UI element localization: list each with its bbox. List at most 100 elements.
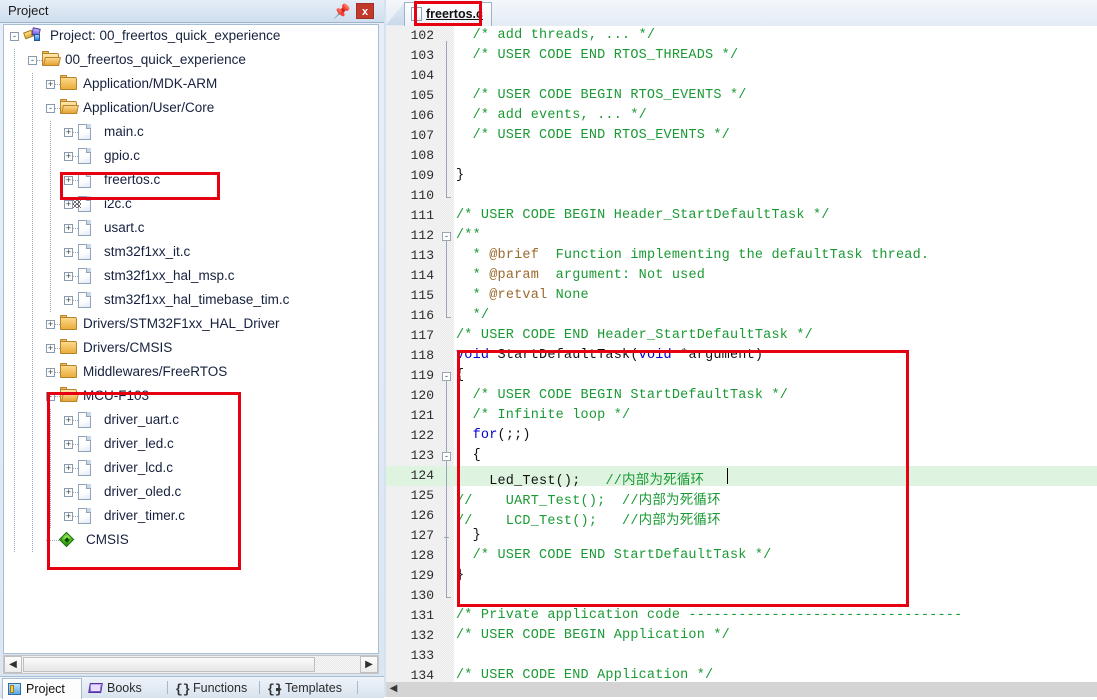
tree-guide-line <box>14 337 15 361</box>
pane-tab-label: Project <box>26 682 65 696</box>
annotation-box-tree-mcu-f103 <box>47 392 241 570</box>
code-line[interactable]: 134 /* USER CODE END Application */ <box>386 666 1097 682</box>
code-line[interactable]: 106 /* add events, ... */ <box>386 106 1097 126</box>
tree-guide-line <box>14 289 15 313</box>
scroll-left-icon[interactable]: ◀ <box>4 656 22 673</box>
tree-item-stm32f1xx-hal-msp-c[interactable]: + stm32f1xx_hal_msp.c <box>4 265 378 289</box>
c-file-icon <box>78 148 91 164</box>
tree-expander-collapsed[interactable]: + <box>64 128 73 137</box>
line-number: 134 <box>410 668 434 682</box>
project-tree-hscrollbar[interactable]: ◀ ▶ <box>3 655 379 674</box>
line-number: 120 <box>410 388 434 403</box>
scroll-track[interactable] <box>315 657 359 672</box>
code-token: /* add threads, ... */ <box>456 28 656 43</box>
annotation-box-startdefaulttask <box>457 350 909 607</box>
code-line[interactable]: 112 /** <box>386 226 1097 246</box>
tree-item-label: gpio.c <box>104 148 141 163</box>
tree-item-label: stm32f1xx_hal_timebase_tim.c <box>104 292 290 307</box>
tree-guide-line <box>32 505 33 529</box>
scroll-left-icon[interactable]: ◀ <box>386 682 401 697</box>
line-number: 130 <box>410 588 434 603</box>
tree-guide-line <box>50 289 51 313</box>
code-line[interactable]: 116 */ <box>386 306 1097 326</box>
line-number: 108 <box>410 148 434 163</box>
tree-item-stm32f1xx-hal-timebase-tim-c[interactable]: + stm32f1xx_hal_timebase_tim.c <box>4 289 378 313</box>
tree-expander-collapsed[interactable]: + <box>46 368 55 377</box>
tree-expander-expanded[interactable]: - <box>10 32 19 41</box>
code-line[interactable]: 113 * @brief Function implementing the d… <box>386 246 1097 266</box>
code-line[interactable]: 108 <box>386 146 1097 166</box>
code-line[interactable]: 104 <box>386 66 1097 86</box>
tree-item-drivers-stm32f1xx-hal-driver[interactable]: + Drivers/STM32F1xx_HAL_Driver <box>4 313 378 337</box>
line-number: 125 <box>410 488 434 503</box>
code-line[interactable]: 111 /* USER CODE BEGIN Header_StartDefaul… <box>386 206 1097 226</box>
tree-guide-line <box>14 169 15 193</box>
tree-expander-expanded[interactable]: - <box>46 104 55 113</box>
tree-item-project-00-freertos-quick-experience[interactable]: - Project: 00_freertos_quick_experience <box>4 25 378 49</box>
tree-item-label: Middlewares/FreeRTOS <box>83 364 228 379</box>
tree-item-stm32f1xx-it-c[interactable]: + stm32f1xx_it.c <box>4 241 378 265</box>
tree-item-gpio-c[interactable]: + gpio.c <box>4 145 378 169</box>
pane-tab-templates[interactable]: {} Templates <box>262 678 354 698</box>
fold-toggle[interactable]: - <box>442 452 451 461</box>
tree-expander-collapsed[interactable]: + <box>64 272 73 281</box>
pin-icon[interactable]: 📌 <box>333 3 350 19</box>
line-number: 111 <box>410 208 434 223</box>
tree-item-label: Application/MDK-ARM <box>83 76 218 91</box>
tree-item-usart-c[interactable]: + usart.c <box>4 217 378 241</box>
tree-item-00-freertos-quick-experience[interactable]: - 00_freertos_quick_experience <box>4 49 378 73</box>
tree-expander-collapsed[interactable]: + <box>46 80 55 89</box>
editor-hscrollbar[interactable]: ◀ <box>386 682 1097 697</box>
tree-expander-collapsed[interactable]: + <box>46 320 55 329</box>
tree-guide-line <box>14 97 15 121</box>
tree-item-label: Project: 00_freertos_quick_experience <box>50 28 281 43</box>
tree-guide-line <box>14 481 15 505</box>
code-line[interactable]: 107 /* USER CODE END RTOS_EVENTS */ <box>386 126 1097 146</box>
close-icon[interactable]: x <box>356 3 374 19</box>
fold-toggle[interactable]: - <box>442 232 451 241</box>
code-line[interactable]: 110 <box>386 186 1097 206</box>
tree-expander-collapsed[interactable]: + <box>64 296 73 305</box>
tree-expander-collapsed[interactable]: + <box>64 224 73 233</box>
code-line[interactable]: 117 /* USER CODE END Header_StartDefaultT… <box>386 326 1097 346</box>
pane-tab-functions[interactable]: {} Functions <box>170 678 258 698</box>
tree-item-application-mdk-arm[interactable]: + Application/MDK-ARM <box>4 73 378 97</box>
tree-item-middlewares-freertos[interactable]: + Middlewares/FreeRTOS <box>4 361 378 385</box>
code-line[interactable]: 132 /* USER CODE BEGIN Application */ <box>386 626 1097 646</box>
fold-end <box>444 537 449 538</box>
tree-item-drivers-cmsis[interactable]: + Drivers/CMSIS <box>4 337 378 361</box>
project-tab-icon <box>8 682 22 696</box>
tree-expander-collapsed[interactable]: + <box>64 200 73 209</box>
code-line[interactable]: 133 <box>386 646 1097 666</box>
tree-guide-line <box>50 121 51 145</box>
c-file-icon <box>78 244 91 260</box>
pane-tab-books[interactable]: Books <box>84 678 166 698</box>
tree-expander-expanded[interactable]: - <box>28 56 37 65</box>
pane-tab-project[interactable]: Project <box>2 678 82 699</box>
line-number: 115 <box>410 288 434 303</box>
fold-toggle[interactable]: - <box>442 372 451 381</box>
code-line[interactable]: 105 /* USER CODE BEGIN RTOS_EVENTS */ <box>386 86 1097 106</box>
tree-item-label: stm32f1xx_hal_msp.c <box>104 268 235 283</box>
line-number: 117 <box>410 328 434 343</box>
tree-expander-collapsed[interactable]: + <box>64 152 73 161</box>
code-line[interactable]: 115 * @retval None <box>386 286 1097 306</box>
tree-item-application-user-core[interactable]: - Application/User/Core <box>4 97 378 121</box>
code-line[interactable]: 109} <box>386 166 1097 186</box>
scroll-right-icon[interactable]: ▶ <box>360 656 378 673</box>
code-line[interactable]: 102 /* add threads, ... */ <box>386 26 1097 46</box>
tab-separator <box>81 681 82 694</box>
code-line[interactable]: 103 /* USER CODE END RTOS_THREADS */ <box>386 46 1097 66</box>
code-line[interactable]: 131 /* Private application code ---------… <box>386 606 1097 626</box>
scroll-thumb[interactable] <box>23 657 315 672</box>
code-token: @retval <box>489 288 548 303</box>
code-text: */ <box>456 308 489 323</box>
tree-expander-collapsed[interactable]: + <box>46 344 55 353</box>
tree-guide-line <box>14 193 15 217</box>
tree-guide-line <box>32 73 33 97</box>
c-file-icon <box>78 124 91 140</box>
tree-expander-collapsed[interactable]: + <box>64 248 73 257</box>
code-text: * @param argument: Not used <box>456 268 705 283</box>
code-line[interactable]: 114 * @param argument: Not used <box>386 266 1097 286</box>
tree-item-main-c[interactable]: + main.c <box>4 121 378 145</box>
